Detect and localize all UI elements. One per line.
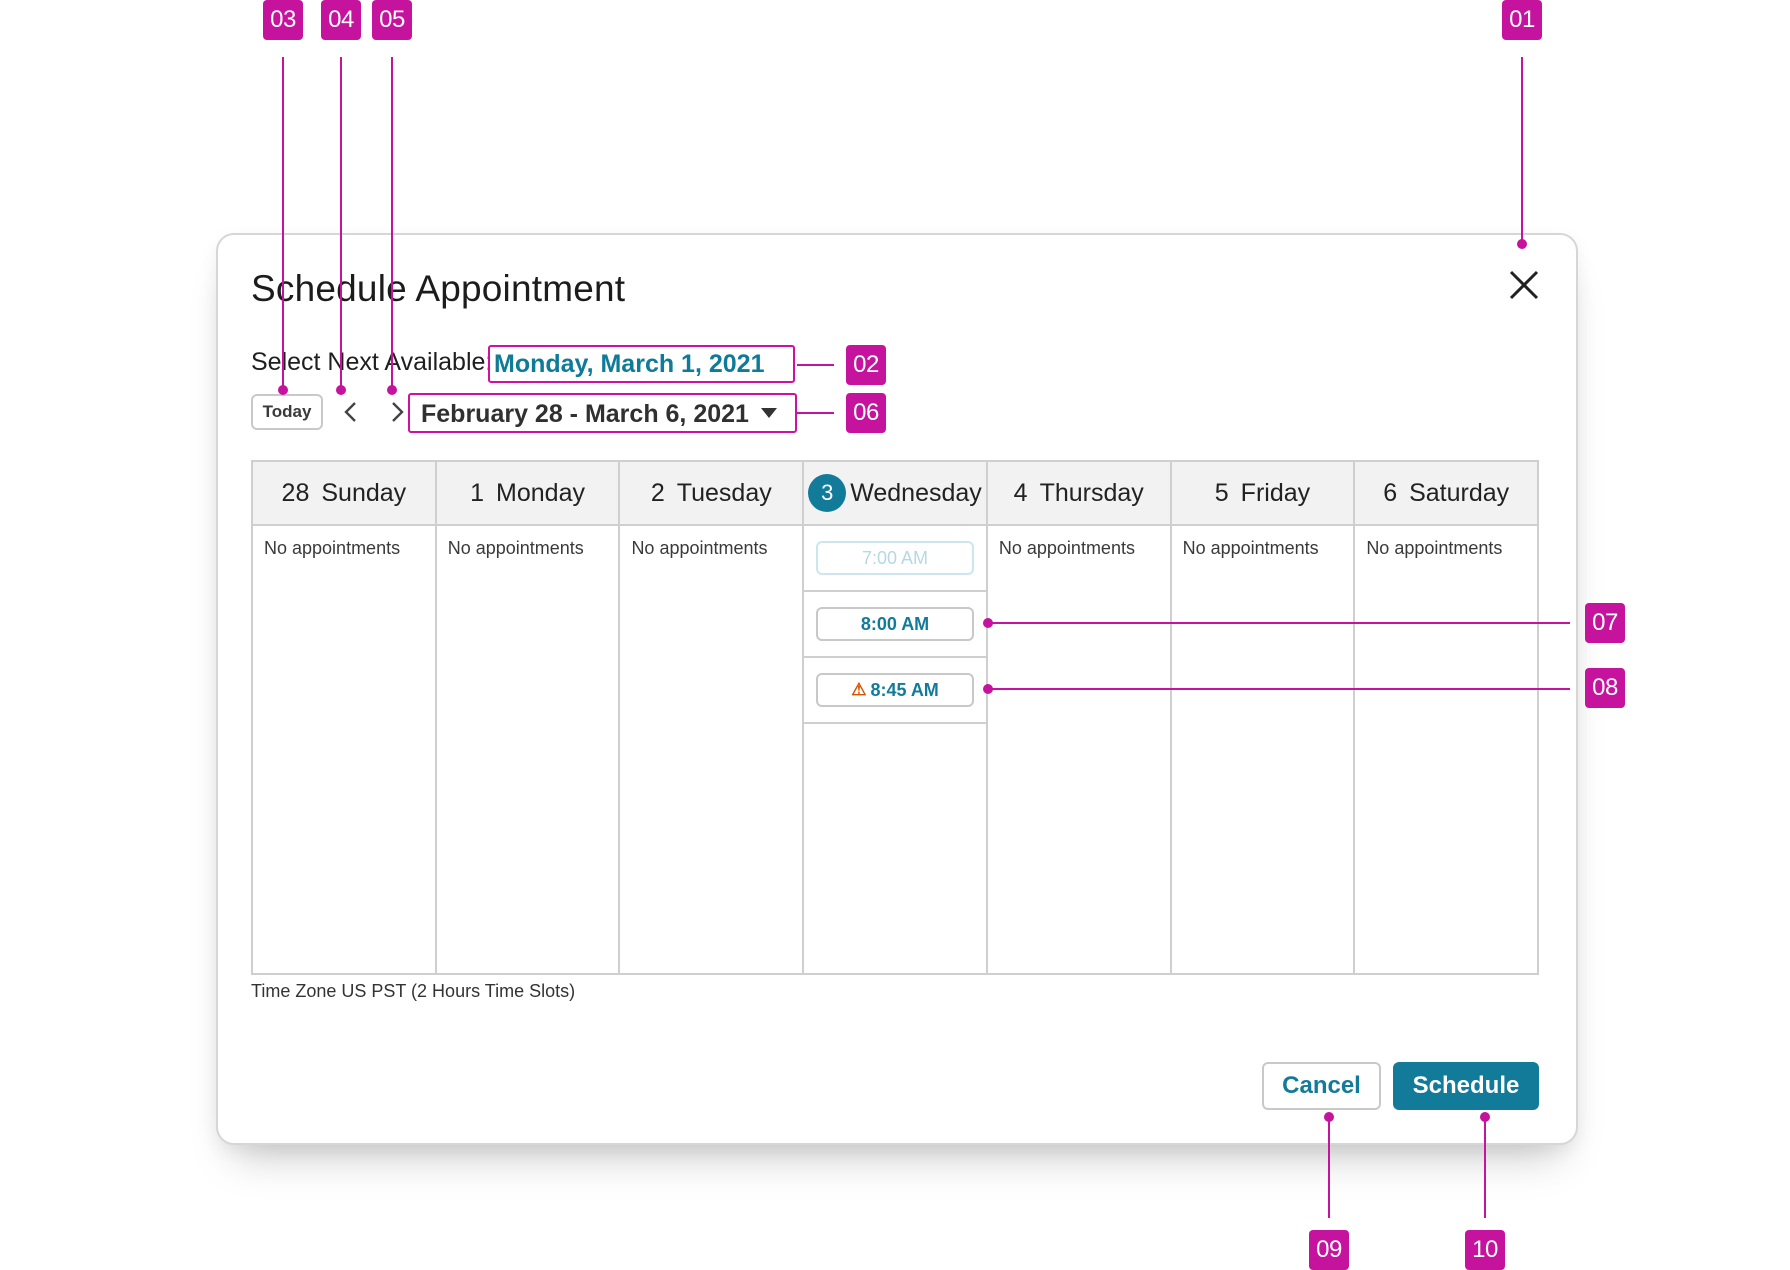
annotation-line-06 [797, 412, 834, 414]
annotation-line-10 [1484, 1118, 1486, 1218]
no-appointments-text: No appointments [1366, 538, 1503, 558]
day-column-tuesday: 2 Tuesday No appointments [620, 462, 805, 973]
day-header: 4 Thursday [987, 462, 1170, 526]
annotation-dot-05 [387, 385, 397, 395]
day-number: 6 [1383, 478, 1398, 507]
next-week-button[interactable] [384, 394, 410, 430]
day-number: 5 [1214, 478, 1229, 507]
close-button[interactable] [1507, 268, 1541, 302]
day-header: 6 Saturday [1355, 462, 1538, 526]
no-appointments-text: No appointments [998, 538, 1135, 558]
today-day-number: 3 [808, 474, 847, 512]
next-available-label: Select Next Available: [251, 348, 493, 376]
day-name: Wednesday [850, 478, 982, 507]
annotation-line-04 [340, 57, 342, 389]
day-name: Thursday [1039, 478, 1144, 507]
chevron-right-icon [392, 402, 404, 422]
day-number: 2 [650, 478, 665, 507]
warning-icon: ⚠ [851, 680, 867, 699]
annotation-badge-01: 01 [1502, 0, 1542, 40]
week-calendar: 28 Sunday No appointments 1 Monday No appo… [251, 460, 1539, 975]
day-column-friday: 5 Friday No appointments [1171, 462, 1356, 973]
previous-week-button[interactable] [338, 394, 364, 430]
day-header: 28 Sunday [253, 462, 435, 526]
annotation-dot-03 [278, 385, 288, 395]
annotation-line-05 [391, 57, 393, 389]
annotation-badge-04: 04 [321, 0, 361, 40]
day-column-thursday: 4 Thursday No appointments [987, 462, 1172, 973]
no-appointments-text: No appointments [631, 538, 768, 558]
time-slot-button[interactable]: 8:00 AM [816, 607, 975, 641]
day-header: 3 Wednesday [804, 462, 986, 526]
annotation-badge-03: 03 [263, 0, 303, 40]
annotation-dot-01 [1517, 239, 1527, 249]
time-slot-button-warning[interactable]: ⚠ 8:45 AM [816, 673, 975, 707]
day-column-wednesday: 3 Wednesday 7:00 AM 8:00 AM ⚠ 8:45 AM [804, 462, 988, 973]
annotation-badge-10: 10 [1465, 1230, 1505, 1270]
next-available-link[interactable]: Monday, March 1, 2021 [488, 345, 795, 383]
close-icon [1509, 270, 1539, 300]
day-column-sunday: 28 Sunday No appointments [253, 462, 437, 973]
day-header: 1 Monday [436, 462, 619, 526]
time-slot-label: 8:45 AM [870, 679, 939, 700]
day-name: Friday [1240, 478, 1311, 507]
annotation-line-09 [1328, 1118, 1330, 1218]
schedule-button[interactable]: Schedule [1393, 1062, 1539, 1110]
annotation-badge-08: 08 [1585, 668, 1625, 708]
time-slot-row: 8:00 AM [804, 592, 986, 658]
day-name: Saturday [1409, 478, 1510, 507]
caret-down-icon [760, 408, 777, 419]
chevron-left-icon [344, 402, 356, 422]
day-number: 4 [1013, 478, 1028, 507]
day-name: Sunday [321, 478, 407, 507]
day-name: Monday [496, 478, 585, 507]
today-button[interactable]: Today [251, 394, 323, 430]
time-slot-row: ⚠ 8:45 AM [804, 658, 986, 724]
no-appointments-text: No appointments [1182, 538, 1319, 558]
day-number: 1 [470, 478, 485, 507]
annotation-line-02 [797, 364, 834, 366]
cancel-button[interactable]: Cancel [1262, 1062, 1381, 1110]
day-header: 2 Tuesday [620, 462, 803, 526]
annotation-badge-05: 05 [372, 0, 412, 40]
annotation-badge-06: 06 [846, 393, 886, 433]
no-appointments-text: No appointments [447, 538, 584, 558]
date-range-dropdown[interactable]: February 28 - March 6, 2021 [408, 393, 797, 433]
day-name: Tuesday [676, 478, 772, 507]
annotation-line-08 [988, 688, 1570, 690]
timezone-note: Time Zone US PST (2 Hours Time Slots) [251, 981, 576, 1001]
day-column-monday: 1 Monday No appointments [436, 462, 621, 973]
annotation-line-03 [282, 57, 284, 389]
annotation-line-01 [1521, 57, 1523, 241]
time-slot-button-disabled: 7:00 AM [816, 541, 975, 575]
dialog-title: Schedule Appointment [251, 268, 626, 309]
no-appointments-text: No appointments [264, 538, 401, 558]
day-column-saturday: 6 Saturday No appointments [1355, 462, 1538, 973]
date-range-label: February 28 - March 6, 2021 [421, 400, 749, 428]
annotation-badge-02: 02 [846, 345, 886, 385]
annotation-line-07 [988, 622, 1570, 624]
annotation-badge-09: 09 [1309, 1230, 1349, 1270]
annotation-dot-04 [336, 385, 346, 395]
time-slot-row: 7:00 AM [804, 526, 986, 592]
day-number: 28 [281, 478, 310, 507]
annotation-badge-07: 07 [1585, 603, 1625, 643]
day-header: 5 Friday [1171, 462, 1354, 526]
